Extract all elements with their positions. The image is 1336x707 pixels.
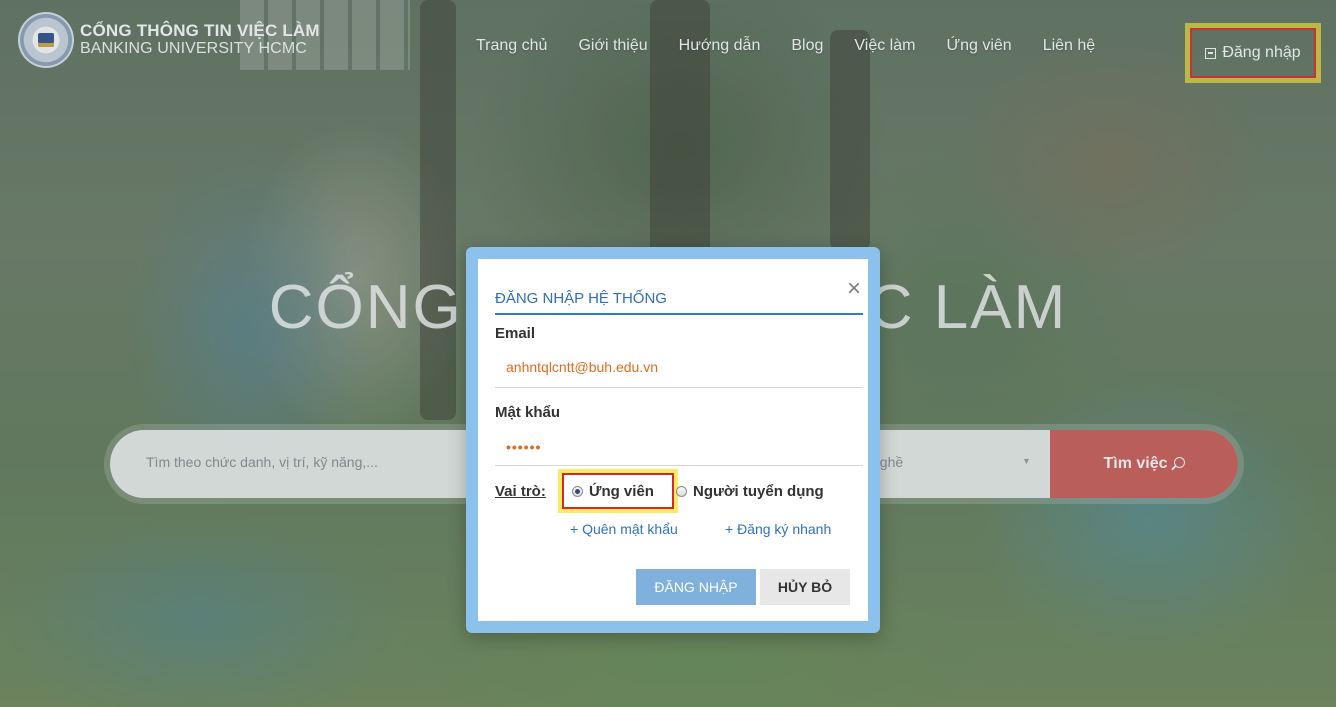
password-field[interactable]: •••••• xyxy=(506,439,541,455)
login-modal: ĐĂNG NHẬP HỆ THỐNG × Email anhntqlcntt@b… xyxy=(478,259,868,621)
role-option-recruiter[interactable]: Người tuyển dụng xyxy=(676,473,824,509)
role-option-recruiter-label: Người tuyển dụng xyxy=(693,482,824,500)
role-label: Vai trò: xyxy=(495,483,546,500)
email-field-underline xyxy=(495,387,863,388)
login-button[interactable]: ĐĂNG NHẬP xyxy=(636,569,756,605)
cancel-button[interactable]: HỦY BỎ xyxy=(760,569,850,605)
role-option-candidate-label: Ứng viên xyxy=(589,482,654,500)
modal-title: ĐĂNG NHẬP HỆ THỐNG xyxy=(495,290,667,307)
password-field-underline xyxy=(495,465,863,466)
email-field[interactable]: anhntqlcntt@buh.edu.vn xyxy=(506,359,658,375)
radio-unselected-icon[interactable] xyxy=(676,485,687,497)
password-label: Mật khẩu xyxy=(495,404,561,421)
login-modal-frame: ĐĂNG NHẬP HỆ THỐNG × Email anhntqlcntt@b… xyxy=(466,247,880,633)
modal-header: ĐĂNG NHẬP HỆ THỐNG × xyxy=(495,273,863,315)
radio-selected-icon[interactable] xyxy=(572,485,583,497)
close-icon[interactable]: × xyxy=(847,277,861,301)
forgot-password-link[interactable]: + Quên mật khẩu xyxy=(570,521,678,537)
role-option-candidate[interactable]: Ứng viên xyxy=(558,469,678,513)
email-label: Email xyxy=(495,325,536,342)
quick-register-link[interactable]: + Đăng ký nhanh xyxy=(725,521,831,537)
